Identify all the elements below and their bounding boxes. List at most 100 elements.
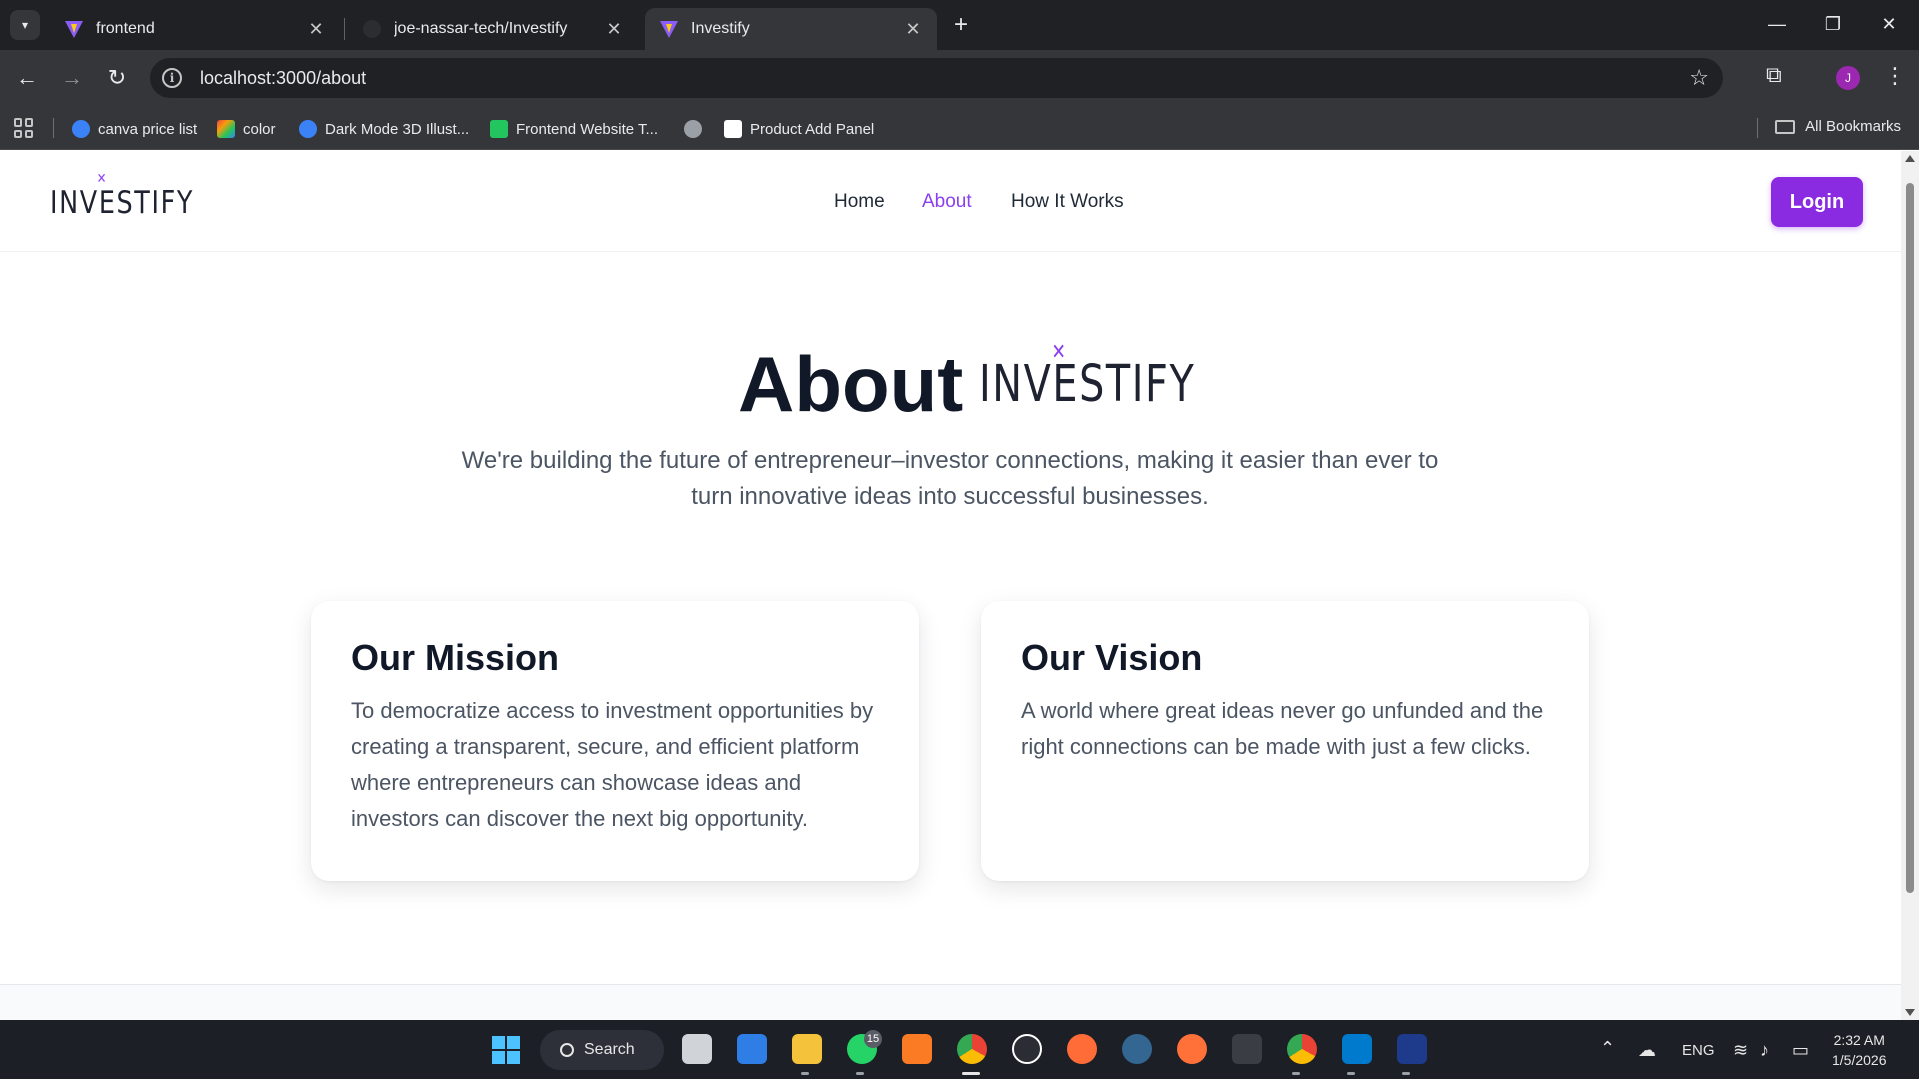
all-bookmarks-label: All Bookmarks [1805, 118, 1901, 135]
running-indicator [801, 1072, 809, 1075]
task-view-icon[interactable] [682, 1034, 712, 1064]
windows-taskbar: Search 15 ⌃ ☁ ENG ≋ ♪ ▭ 2:32 AM 1/5/2026 [0, 1020, 1919, 1079]
bookmark-canva-price-list[interactable]: canva price list [72, 118, 197, 140]
envato-favicon-icon [490, 120, 508, 138]
header-logo[interactable]: INVESTIFY ✕ [50, 171, 195, 221]
browser-menu-kebab-icon[interactable]: ⋮ [1884, 63, 1906, 89]
scroll-up-arrow-icon[interactable] [1905, 155, 1915, 162]
tab-investify[interactable]: Investify ✕ [645, 8, 937, 50]
window-restore-icon[interactable]: ❐ [1810, 10, 1856, 38]
scrollbar-thumb[interactable] [1906, 183, 1914, 893]
battery-icon[interactable]: ▭ [1792, 1040, 1809, 1061]
taskbar-search-label: Search [584, 1041, 635, 1058]
bookmark-separator [1757, 118, 1758, 138]
vision-body: A world where great ideas never go unfun… [1021, 698, 1544, 759]
search-icon [560, 1043, 574, 1057]
tab-github-repo[interactable]: joe-nassar-tech/Investify ✕ [348, 8, 638, 50]
bookmark-label: canva price list [98, 120, 198, 138]
bookmark-star-icon[interactable]: ☆ [1689, 65, 1709, 91]
running-indicator [1402, 1072, 1410, 1075]
color-palette-icon [217, 120, 235, 138]
login-button[interactable]: Login [1771, 177, 1863, 227]
taskbar-search-button[interactable]: Search [540, 1030, 664, 1070]
bookmark-product-add-panel[interactable]: Product Add Panel [724, 118, 874, 140]
xampp-icon[interactable] [902, 1034, 932, 1064]
taskbar-clock[interactable]: 2:32 AM 1/5/2026 [1832, 1030, 1887, 1070]
window-close-icon[interactable]: ✕ [1866, 10, 1912, 38]
canva-favicon-icon [72, 120, 90, 138]
tab-title: joe-nassar-tech/Investify [394, 20, 568, 37]
tab-frontend[interactable]: frontend ✕ [50, 8, 340, 50]
volume-icon[interactable]: ♪ [1760, 1040, 1769, 1061]
logo-text: INVESTIFY [50, 185, 195, 221]
address-url[interactable]: localhost:3000/about [200, 68, 366, 89]
mission-card: Our Mission To democratize access to inv… [311, 601, 919, 881]
back-arrow-icon[interactable]: ← [12, 63, 42, 93]
bookmark-label: color [243, 120, 276, 138]
tab-separator [344, 18, 345, 40]
logo-x-mark-icon: ✕ [96, 171, 109, 187]
postman-icon[interactable] [1067, 1034, 1097, 1064]
whatsapp-badge: 15 [864, 1030, 882, 1048]
file-explorer-icon[interactable] [792, 1034, 822, 1064]
page-title: About [738, 340, 964, 428]
tab-list-chevron-icon[interactable]: ▾ [10, 10, 40, 40]
bookmark-color[interactable]: color [217, 118, 276, 140]
download-manager-icon[interactable] [1397, 1034, 1427, 1064]
wifi-icon[interactable]: ≋ [1733, 1040, 1748, 1061]
clock-date: 1/5/2026 [1832, 1052, 1887, 1068]
logo-x-mark-icon: ✕ [1051, 340, 1068, 365]
page-viewport: INVESTIFY ✕ Home About How It Works Logi… [0, 151, 1901, 1020]
mission-body: To democratize access to investment oppo… [351, 698, 874, 831]
vision-card: Our Vision A world where great ideas nev… [981, 601, 1589, 881]
input-language[interactable]: ENG [1682, 1042, 1715, 1059]
tab-title: frontend [96, 20, 155, 37]
address-bar[interactable]: i localhost:3000/about ☆ [150, 58, 1723, 98]
github-favicon-icon [363, 20, 381, 38]
nav-link-how-it-works[interactable]: How It Works [1011, 191, 1124, 213]
clock-time: 2:32 AM [1833, 1032, 1885, 1048]
bookmark-dark-mode-3d[interactable]: Dark Mode 3D Illust... [299, 118, 469, 140]
tray-chevron-up-icon[interactable]: ⌃ [1600, 1038, 1615, 1059]
profile-avatar[interactable]: J [1836, 66, 1860, 90]
apps-grid-icon[interactable] [14, 118, 34, 138]
tab-close-icon[interactable]: ✕ [306, 19, 326, 40]
running-indicator [856, 1072, 864, 1075]
vite-favicon-icon [660, 21, 678, 38]
bookmark-separator [53, 118, 54, 138]
folder-icon [1775, 119, 1796, 134]
terminal-icon[interactable] [1232, 1034, 1262, 1064]
windows-start-icon[interactable] [492, 1036, 520, 1064]
speedometer-icon[interactable] [1012, 1034, 1042, 1064]
canva-favicon-icon [299, 120, 317, 138]
reload-icon[interactable]: ↻ [102, 63, 132, 93]
new-tab-plus-icon[interactable]: + [948, 12, 974, 38]
all-bookmarks-button[interactable]: All Bookmarks [1775, 118, 1901, 135]
onedrive-icon[interactable]: ☁ [1638, 1040, 1656, 1061]
firefox-icon[interactable] [1177, 1034, 1207, 1064]
nav-link-home[interactable]: Home [834, 191, 885, 213]
globe-icon [684, 120, 702, 138]
site-info-icon[interactable]: i [162, 68, 182, 88]
chrome-icon[interactable] [957, 1034, 987, 1064]
tab-close-icon[interactable]: ✕ [903, 19, 923, 40]
forward-arrow-icon[interactable]: → [57, 63, 87, 93]
postgresql-elephant-icon[interactable] [1122, 1034, 1152, 1064]
tab-close-icon[interactable]: ✕ [604, 19, 624, 40]
todo-checkmark-icon[interactable] [737, 1034, 767, 1064]
running-indicator [1292, 1072, 1300, 1075]
vscode-icon[interactable] [1342, 1034, 1372, 1064]
tab-title: Investify [691, 20, 750, 37]
bookmark-globe[interactable] [684, 118, 702, 140]
scroll-down-arrow-icon[interactable] [1905, 1009, 1915, 1016]
bookmarks-bar: canva price list color Dark Mode 3D Illu… [0, 106, 1919, 150]
bookmark-frontend-website[interactable]: Frontend Website T... [490, 118, 658, 140]
extensions-puzzle-icon[interactable]: ⧉ [1766, 62, 1782, 88]
nav-link-about[interactable]: About [922, 191, 972, 213]
chrome-profile-icon[interactable] [1287, 1034, 1317, 1064]
next-section-strip [0, 985, 1901, 1020]
window-minimize-icon[interactable]: — [1754, 10, 1800, 38]
page-scrollbar[interactable] [1901, 151, 1919, 1020]
panel-favicon-icon [724, 120, 742, 138]
hero-subtitle: We're building the future of entrepreneu… [461, 447, 1439, 510]
